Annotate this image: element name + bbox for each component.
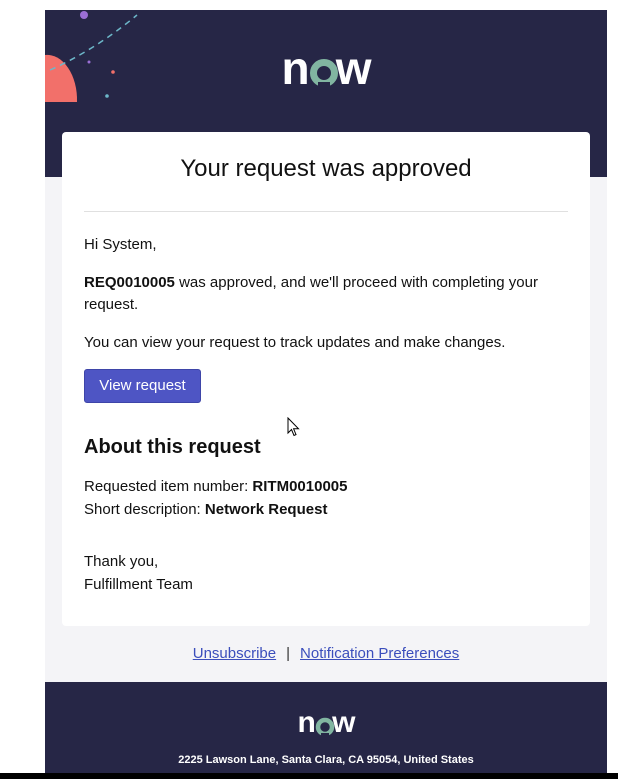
footer-logo-o-accent-icon: o	[315, 705, 335, 741]
card-title: Your request was approved	[180, 155, 472, 182]
description-label: Short description:	[84, 501, 205, 518]
track-message: You can view your request to track updat…	[84, 334, 506, 351]
notification-preferences-link[interactable]: Notification Preferences	[300, 645, 459, 662]
view-request-button[interactable]: View request	[84, 369, 201, 403]
greeting-text: Hi System,	[84, 236, 157, 253]
approval-message: REQ0010005 was approved, and we'll proce…	[84, 272, 554, 316]
company-address: 2225 Lawson Lane, Santa Clara, CA 95054,…	[178, 754, 474, 766]
description-value: Network Request	[204, 501, 328, 518]
servicenow-logo: now	[281, 40, 372, 96]
mouse-cursor-icon	[287, 417, 300, 437]
link-separator: |	[286, 645, 291, 662]
servicenow-footer-logo: now	[297, 705, 356, 741]
request-number: REQ0010005	[84, 274, 175, 291]
team-signature: Fulfillment Team	[84, 576, 193, 593]
requested-item-row: Requested item number: RITM0010005	[84, 476, 347, 498]
logo-o-accent-icon: o	[309, 40, 338, 96]
email-body: now Your request was approved Hi System,…	[45, 10, 607, 779]
about-request-heading: About this request	[84, 436, 261, 458]
unsubscribe-link[interactable]: Unsubscribe	[193, 645, 276, 662]
window-bottom-edge	[0, 773, 618, 779]
short-description-row: Short description: Network Request	[84, 499, 327, 521]
item-label: Requested item number:	[84, 478, 253, 495]
item-number: RITM0010005	[252, 478, 348, 495]
notification-card: Your request was approved Hi System, REQ…	[62, 132, 590, 626]
footer-links: Unsubscribe | Notification Preferences	[45, 644, 607, 664]
divider	[84, 211, 568, 212]
thanks-text: Thank you,	[84, 553, 159, 570]
